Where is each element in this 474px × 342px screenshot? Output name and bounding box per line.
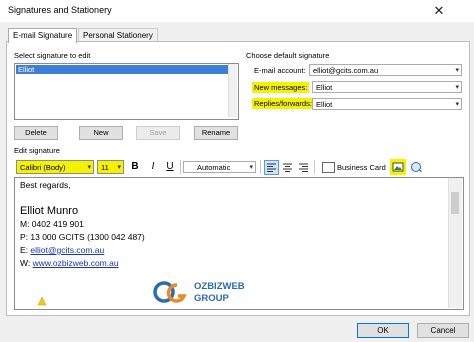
select-signature-label: Select signature to edit bbox=[14, 51, 91, 60]
new-button[interactable]: New bbox=[79, 126, 123, 140]
default-signature-label: Choose default signature bbox=[246, 51, 330, 60]
insert-picture-icon[interactable] bbox=[390, 159, 406, 175]
font-size-value: 11 bbox=[101, 163, 109, 172]
font-name-select[interactable]: Calibri (Body) ▾ bbox=[16, 160, 94, 174]
chevron-down-icon: ▾ bbox=[455, 67, 459, 74]
sig-email-prefix: E: bbox=[20, 245, 31, 255]
font-color-value: Automatic bbox=[197, 163, 231, 172]
editor-scrollbar[interactable] bbox=[448, 178, 462, 308]
tab-label: Personal Stationery bbox=[83, 31, 153, 40]
cancel-button[interactable]: Cancel bbox=[417, 323, 469, 338]
email-account-label: E-mail account: bbox=[254, 66, 306, 75]
sig-greeting: Best regards, bbox=[20, 180, 71, 190]
business-card-icon bbox=[322, 162, 335, 173]
close-icon[interactable]: ✕ bbox=[419, 1, 459, 21]
company-logo-icon bbox=[153, 279, 189, 305]
chevron-down-icon: ▾ bbox=[455, 84, 459, 91]
sig-web-line: W: www.ozbizweb.com.au bbox=[20, 258, 119, 268]
align-left-icon[interactable] bbox=[264, 160, 279, 175]
email-account-value: elliot@gcits.com.au bbox=[313, 66, 379, 75]
sig-email-link[interactable]: elliot@gcits.com.au bbox=[30, 245, 104, 255]
insert-hyperlink-icon[interactable] bbox=[410, 160, 424, 174]
toolbar-divider bbox=[260, 160, 261, 174]
logo-text-line2: GROUP bbox=[194, 293, 229, 304]
align-right-icon[interactable] bbox=[297, 161, 310, 174]
new-messages-value: Elliot bbox=[316, 83, 333, 92]
replies-forwards-select[interactable]: Elliot ▾ bbox=[312, 98, 462, 110]
title-bar: Signatures and Stationery ✕ bbox=[0, 0, 474, 23]
font-color-select[interactable]: Automatic ▾ bbox=[183, 161, 256, 173]
replies-forwards-label: Replies/forwards: bbox=[252, 98, 314, 109]
delete-button[interactable]: Delete bbox=[14, 126, 58, 140]
ok-button[interactable]: OK bbox=[357, 323, 409, 338]
sig-mobile: M: 0402 419 901 bbox=[20, 219, 84, 229]
italic-button[interactable]: I bbox=[147, 160, 159, 174]
new-messages-select[interactable]: Elliot ▾ bbox=[312, 81, 462, 93]
sig-email-line: E: elliot@gcits.com.au bbox=[20, 245, 104, 255]
font-size-select[interactable]: 11 ▾ bbox=[97, 160, 124, 174]
warning-icon bbox=[37, 296, 47, 306]
replies-forwards-value: Elliot bbox=[316, 100, 333, 109]
sig-phone: P: 13 000 GCITS (1300 042 487) bbox=[20, 232, 145, 242]
email-account-select[interactable]: elliot@gcits.com.au ▾ bbox=[309, 64, 462, 76]
chevron-down-icon: ▾ bbox=[117, 164, 121, 171]
business-card-button[interactable]: Business Card bbox=[337, 163, 386, 172]
sig-web-prefix: W: bbox=[20, 258, 33, 268]
list-item[interactable]: Elliot bbox=[16, 65, 235, 74]
signature-list-scrollbar[interactable] bbox=[228, 64, 237, 117]
tab-personal-stationery[interactable]: Personal Stationery bbox=[78, 28, 158, 42]
scrollbar-thumb[interactable] bbox=[451, 192, 459, 214]
bold-button[interactable]: B bbox=[129, 160, 141, 174]
chevron-down-icon: ▾ bbox=[455, 101, 459, 108]
tab-label: E-mail Signature bbox=[13, 31, 73, 40]
logo-text-line1: OZBIZWEB bbox=[194, 281, 245, 292]
edit-signature-label: Edit signature bbox=[14, 146, 60, 155]
new-messages-label: New messages: bbox=[252, 82, 310, 93]
toolbar-divider bbox=[180, 160, 181, 174]
save-button[interactable]: Save bbox=[136, 126, 180, 140]
font-name-value: Calibri (Body) bbox=[20, 163, 66, 172]
window-title: Signatures and Stationery bbox=[8, 5, 112, 15]
sig-web-link[interactable]: www.ozbizweb.com.au bbox=[33, 258, 119, 268]
chevron-down-icon: ▾ bbox=[249, 164, 253, 171]
sig-name: Elliot Munro bbox=[20, 205, 79, 217]
tab-email-signature[interactable]: E-mail Signature bbox=[8, 28, 78, 43]
align-center-icon[interactable] bbox=[281, 161, 294, 174]
chevron-down-icon: ▾ bbox=[87, 164, 91, 171]
toolbar-divider bbox=[314, 160, 315, 174]
rename-button[interactable]: Rename bbox=[194, 126, 238, 140]
underline-button[interactable]: U bbox=[164, 160, 176, 174]
